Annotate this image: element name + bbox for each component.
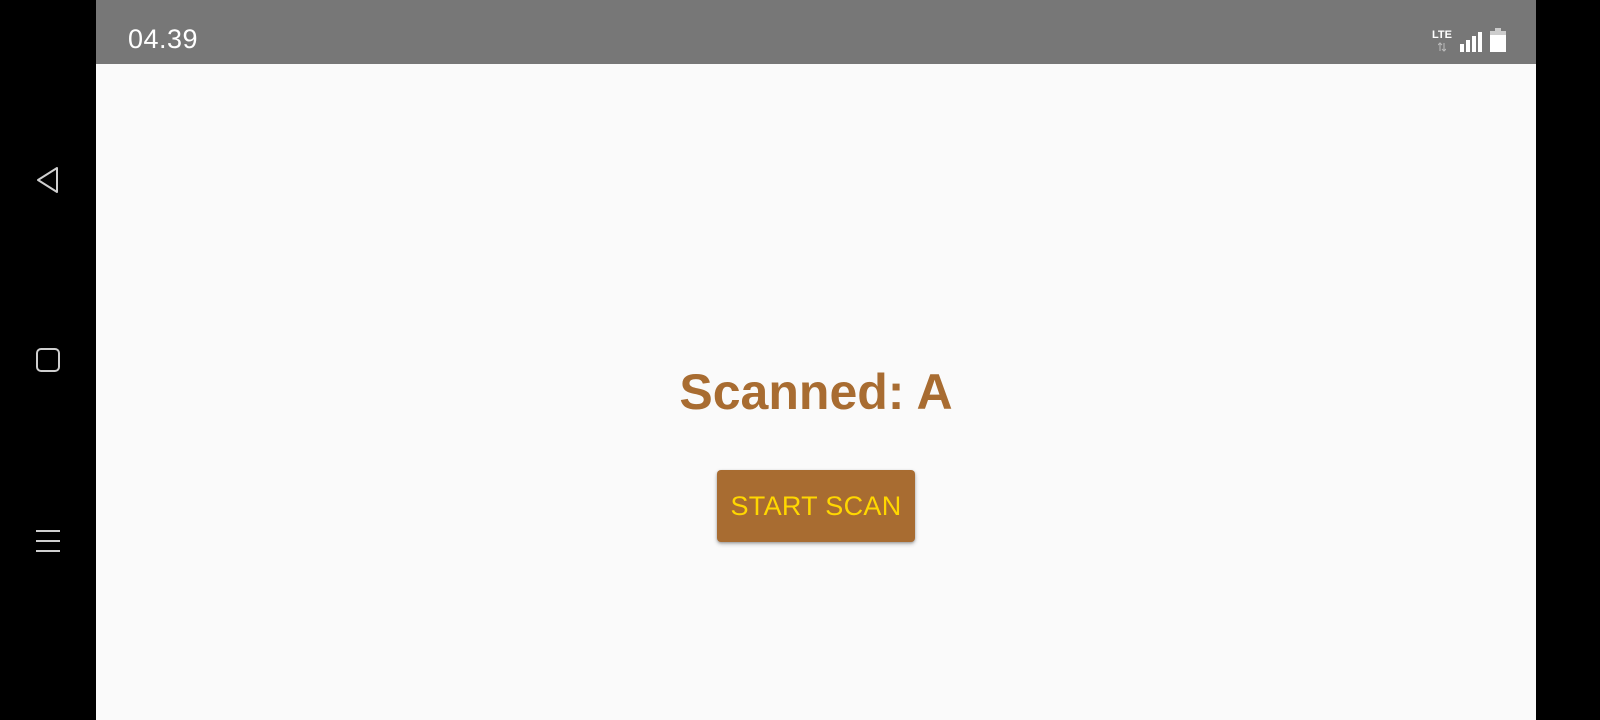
signal-icon: [1460, 32, 1482, 52]
scanned-result-label: Scanned: A: [679, 364, 953, 420]
back-button[interactable]: [23, 155, 73, 205]
device-frame: 04.39 LTE Scanned: A START SCAN: [0, 0, 1600, 720]
status-time: 04.39: [128, 24, 199, 54]
recents-button[interactable]: [23, 516, 73, 566]
data-arrows-icon: [1438, 42, 1446, 52]
home-button[interactable]: [23, 335, 73, 385]
start-scan-button[interactable]: START SCAN: [717, 470, 915, 542]
app-screen: 04.39 LTE Scanned: A START SCAN: [96, 0, 1536, 720]
home-icon: [36, 348, 60, 372]
navigation-bar: [0, 0, 96, 720]
status-icons: LTE: [1432, 28, 1506, 52]
recents-icon: [36, 530, 60, 552]
right-edge: [1536, 0, 1600, 720]
lte-label: LTE: [1432, 29, 1452, 41]
back-icon: [37, 167, 58, 193]
status-bar: 04.39 LTE: [96, 0, 1536, 64]
battery-icon: [1490, 28, 1506, 52]
lte-icon: LTE: [1432, 30, 1452, 52]
